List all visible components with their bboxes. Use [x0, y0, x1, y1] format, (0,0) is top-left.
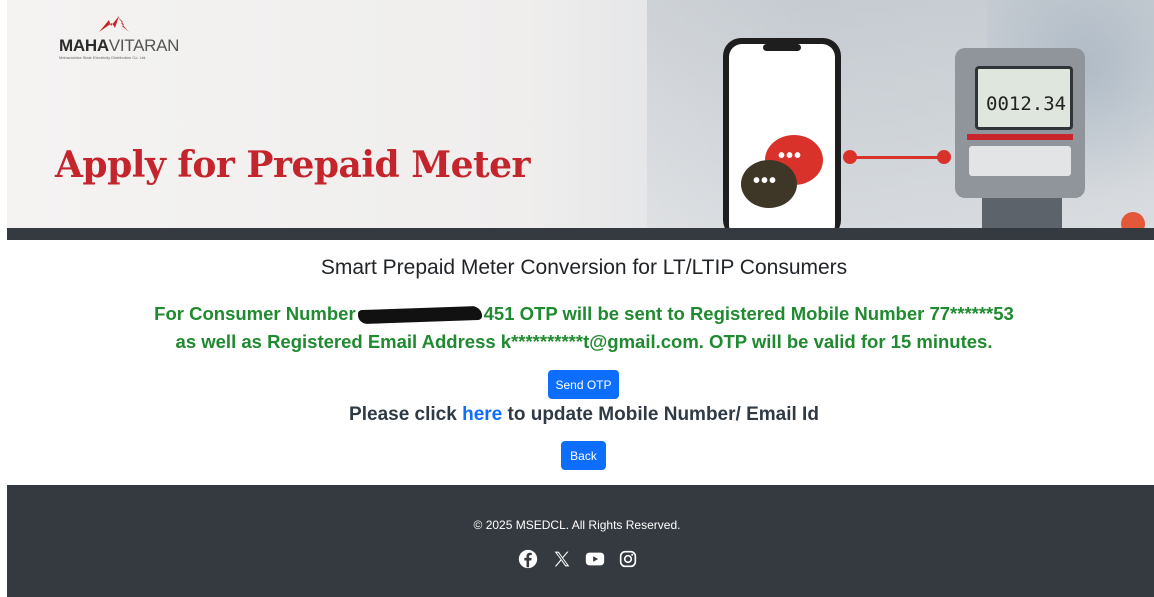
phone-notch	[763, 44, 801, 51]
update-prefix: Please click	[349, 404, 463, 425]
redacted-consumer-number	[357, 305, 482, 325]
update-here-link[interactable]: here	[462, 404, 502, 425]
info-prefix: For Consumer Number	[154, 303, 356, 324]
meter-base	[982, 198, 1062, 228]
instagram-icon[interactable]	[617, 548, 639, 570]
logo-wordmark-light: VITARAN	[108, 36, 180, 55]
chat-bubble-dark-icon: •••	[741, 160, 797, 208]
banner-title: Apply for Prepaid Meter	[55, 144, 530, 186]
otp-info-line-2: as well as Registered Email Address k***…	[175, 331, 993, 352]
logo-lightning-icon	[99, 16, 129, 32]
meter-red-band	[967, 134, 1073, 140]
otp-info-line-1: For Consumer Number 451 OTP will be sent …	[0, 300, 1154, 328]
footer	[7, 485, 1154, 597]
info-middle: OTP will be sent to Registered Mobile Nu…	[514, 303, 1014, 324]
update-suffix: to update Mobile Number/ Email Id	[502, 404, 819, 425]
update-contact-line: Please click here to update Mobile Numbe…	[0, 404, 1154, 426]
meter-panel	[969, 146, 1071, 176]
page-heading: Smart Prepaid Meter Conversion for LT/LT…	[320, 256, 848, 279]
footer-copyright: © 2025 MSEDCL. All Rights Reserved.	[473, 518, 681, 532]
x-icon[interactable]	[551, 548, 573, 570]
hero-banner: MAHAVITARAN Maharashtra State Electricit…	[7, 0, 1154, 228]
social-links	[511, 548, 637, 572]
logo-wordmark: MAHAVITARAN	[59, 36, 179, 56]
connection-dot	[843, 150, 857, 164]
logo-wordmark-bold: MAHA	[59, 36, 109, 55]
smart-meter-illustration: 0012.34	[955, 48, 1085, 198]
banner-divider	[7, 228, 1154, 240]
consumer-number-suffix: 451	[483, 303, 515, 324]
chat-dots-icon: •••	[753, 170, 778, 192]
logo-tagline: Maharashtra State Electricity Distributi…	[59, 55, 147, 60]
youtube-icon[interactable]	[584, 548, 606, 570]
connection-dot	[937, 150, 951, 164]
meter-display: 0012.34	[975, 66, 1073, 130]
send-otp-button[interactable]: Send OTP	[548, 370, 619, 399]
meter-reading: 0012.34	[986, 93, 1067, 115]
back-button[interactable]: Back	[561, 441, 606, 470]
connection-line	[849, 156, 945, 159]
otp-info-message: For Consumer Number 451 OTP will be sent …	[0, 300, 1154, 356]
facebook-icon[interactable]	[517, 548, 539, 570]
